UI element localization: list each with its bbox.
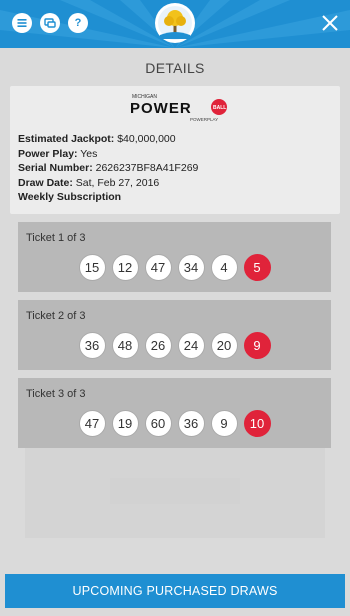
number-ball: 47 (144, 254, 172, 281)
app-header: ? (0, 0, 350, 48)
number-ball: 36 (177, 410, 205, 437)
ticket-card: Ticket 3 of 3 47 19 60 36 9 10 (18, 378, 331, 448)
chat-icon[interactable] (40, 13, 60, 33)
info-row-jackpot: Estimated Jackpot: $40,000,000 (18, 133, 176, 145)
number-ball: 47 (78, 410, 106, 437)
close-icon[interactable] (319, 12, 341, 34)
powerball-ball: 9 (243, 332, 271, 359)
number-ball: 12 (111, 254, 139, 281)
logo-brand-text: POWER (130, 100, 192, 117)
ticket-card: Ticket 1 of 3 15 12 47 34 4 5 (18, 222, 331, 292)
info-row-subscription: Weekly Subscription (18, 191, 122, 203)
number-ball: 34 (177, 254, 205, 281)
number-ball: 15 (78, 254, 106, 281)
number-ball: 20 (210, 332, 238, 359)
draw-info-card: MICHIGAN POWER BALL POWERPLAY Estimated … (10, 86, 340, 214)
draw-info-list: Estimated Jackpot: $40,000,000 Power Pla… (18, 132, 198, 205)
ticket-card: Ticket 2 of 3 36 48 26 24 20 9 (18, 300, 331, 370)
powerball-logo: MICHIGAN POWER BALL POWERPLAY (130, 94, 227, 122)
ticket-numbers: 36 48 26 24 20 9 (18, 332, 331, 359)
powerball-ball: 5 (243, 254, 271, 281)
info-row-draw-date: Draw Date: Sat, Feb 27, 2016 (18, 176, 160, 189)
lottery-tree-logo[interactable] (154, 1, 196, 47)
logo-ball-text: BALL (213, 105, 226, 111)
number-ball: 9 (210, 410, 238, 437)
upcoming-purchased-draws-button[interactable]: UPCOMING PURCHASED DRAWS (5, 574, 345, 608)
logo-sub-text: POWERPLAY (190, 117, 218, 122)
ticket-label: Ticket 1 of 3 (26, 232, 86, 244)
number-ball: 26 (144, 332, 172, 359)
ticket-label: Ticket 2 of 3 (26, 310, 86, 322)
powerball-ball: 10 (243, 410, 271, 437)
help-icon[interactable]: ? (68, 13, 88, 33)
number-ball: 48 (111, 332, 139, 359)
number-ball: 24 (177, 332, 205, 359)
menu-icon[interactable] (12, 13, 32, 33)
info-row-serial: Serial Number: 2626237BF8A41F269 (18, 162, 199, 174)
number-ball: 36 (78, 332, 106, 359)
number-ball: 19 (111, 410, 139, 437)
ticket-label: Ticket 3 of 3 (26, 388, 86, 400)
details-modal: DETAILS MICHIGAN POWER BALL POWERPLAY Es… (0, 48, 350, 616)
ticket-numbers: 15 12 47 34 4 5 (18, 254, 331, 281)
ticket-numbers: 47 19 60 36 9 10 (18, 410, 331, 437)
number-ball: 60 (144, 410, 172, 437)
number-ball: 4 (210, 254, 238, 281)
page-title: DETAILS (145, 60, 205, 76)
info-row-power-play: Power Play: Yes (18, 147, 98, 160)
